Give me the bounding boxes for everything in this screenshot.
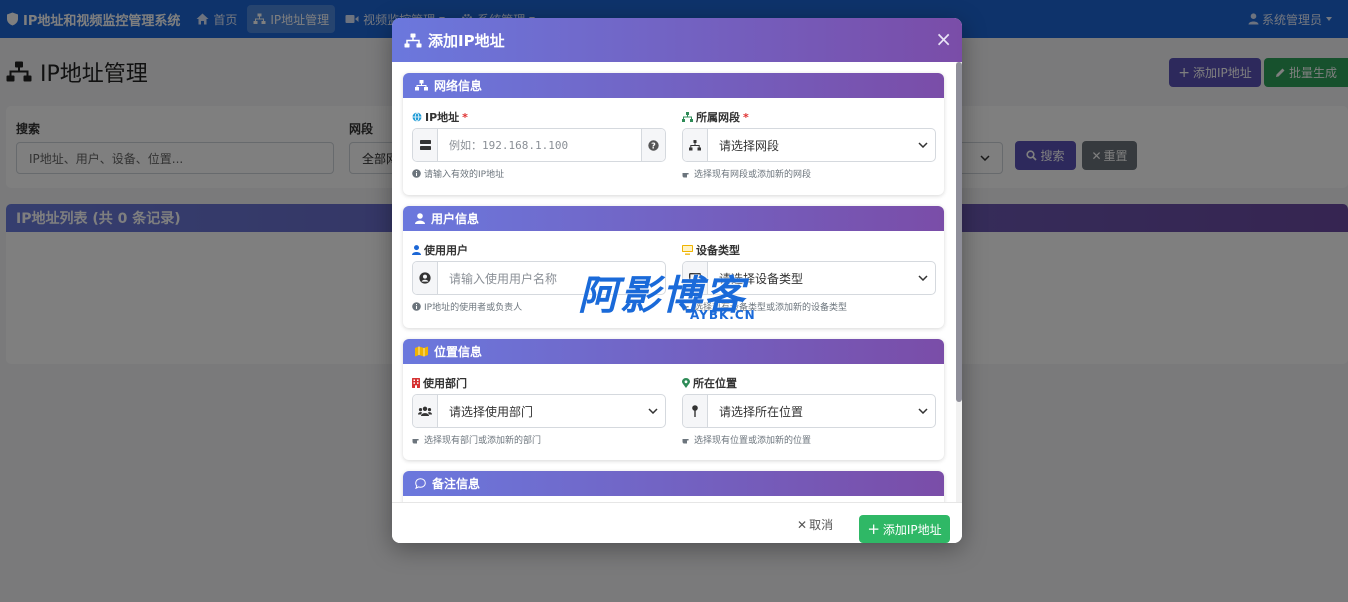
location-field: 所在位置 请选择所在位置 选择现有位置或添加新的位置 xyxy=(682,376,936,446)
server-icon xyxy=(413,129,438,161)
close-icon: ✕ xyxy=(797,517,808,532)
comment-icon xyxy=(415,478,426,489)
department-help: 选择现有部门或添加新的部门 xyxy=(412,433,666,446)
desktop-icon xyxy=(682,245,693,255)
section-title: 网络信息 xyxy=(434,79,483,93)
required-mark: * xyxy=(743,110,749,124)
section-title: 备注信息 xyxy=(432,477,481,491)
remark-info-section: 备注信息 xyxy=(403,471,944,502)
user-icon xyxy=(415,213,425,224)
section-header: 用户信息 xyxy=(403,206,944,231)
ip-address-help: 请输入有效的IP地址 xyxy=(412,167,666,180)
section-header: 网络信息 xyxy=(403,73,944,98)
cancel-label: 取消 xyxy=(809,518,834,532)
users-icon xyxy=(413,395,438,427)
watermark-logo: 阿影博客 AYBK.CN xyxy=(578,272,778,328)
watermark-domain: AYBK.CN xyxy=(690,308,756,322)
segment-value: 请选择网段 xyxy=(719,138,780,153)
department-value: 请选择使用部门 xyxy=(449,404,534,419)
chevron-down-icon xyxy=(911,408,935,414)
ip-address-input[interactable]: 例如：192.168.1.100 ? xyxy=(412,128,666,162)
map-pin-icon xyxy=(683,395,708,427)
sitemap-icon xyxy=(682,112,693,122)
close-button[interactable]: × xyxy=(935,29,952,49)
required-mark: * xyxy=(462,110,468,124)
location-label: 所在位置 xyxy=(682,376,936,390)
submit-add-ip-button[interactable]: + 添加IP地址 xyxy=(859,515,950,543)
device-type-label: 设备类型 xyxy=(682,243,936,257)
user-circle-icon xyxy=(413,262,438,294)
ip-address-field: IP地址 * 例如：192.168.1.100 ? 请输入有效的IP地址 xyxy=(412,110,666,180)
plus-icon: + xyxy=(867,520,880,538)
sitemap-icon xyxy=(683,129,708,161)
chevron-down-icon xyxy=(641,408,665,414)
location-info-section: 位置信息 使用部门 请选择使用部门 选择现有部门或添加新的部门 所在位置 请选择… xyxy=(403,339,944,460)
department-select[interactable]: 请选择使用部门 xyxy=(412,394,666,428)
segment-label: 所属网段 * xyxy=(682,110,936,124)
segment-field: 所属网段 * 请选择网段 选择现有网段或添加新的网段 xyxy=(682,110,936,180)
department-field: 使用部门 请选择使用部门 选择现有部门或添加新的部门 xyxy=(412,376,666,446)
info-icon xyxy=(412,302,421,311)
location-value: 请选择所在位置 xyxy=(719,404,804,419)
department-label: 使用部门 xyxy=(412,376,666,390)
location-help: 选择现有位置或添加新的位置 xyxy=(682,433,936,446)
section-title: 位置信息 xyxy=(434,345,483,359)
question-icon[interactable]: ? xyxy=(641,129,665,161)
hand-pointer-icon xyxy=(682,438,689,443)
section-header: 位置信息 xyxy=(403,339,944,364)
user-label: 使用用户 xyxy=(412,243,666,257)
modal-title: 添加IP地址 xyxy=(428,31,505,50)
map-icon xyxy=(415,346,428,357)
info-icon xyxy=(412,169,421,178)
segment-help: 选择现有网段或添加新的网段 xyxy=(682,167,936,180)
submit-label: 添加IP地址 xyxy=(882,522,942,537)
chevron-down-icon xyxy=(911,275,935,281)
chevron-down-icon xyxy=(911,142,935,148)
segment-select[interactable]: 请选择网段 xyxy=(682,128,936,162)
hand-pointer-icon xyxy=(682,172,689,177)
sitemap-icon xyxy=(404,33,422,47)
section-header: 备注信息 xyxy=(403,471,944,496)
globe-icon xyxy=(412,112,422,122)
building-icon xyxy=(412,378,420,388)
user-icon xyxy=(412,245,421,255)
ip-address-placeholder: 例如：192.168.1.100 xyxy=(449,139,569,152)
location-select[interactable]: 请选择所在位置 xyxy=(682,394,936,428)
network-info-section: 网络信息 IP地址 * 例如：192.168.1.100 ? 请输入有效的IP地… xyxy=(403,73,944,195)
hand-pointer-icon xyxy=(412,438,419,443)
modal-scrollbar-thumb[interactable] xyxy=(956,62,962,402)
ip-address-label: IP地址 * xyxy=(412,110,666,124)
modal-footer: ✕ 取消 + 添加IP地址 xyxy=(392,502,962,543)
modal-header: 添加IP地址 × xyxy=(392,18,962,62)
map-marker-icon xyxy=(682,378,690,388)
cancel-button[interactable]: ✕ 取消 xyxy=(797,516,833,533)
section-title: 用户信息 xyxy=(431,212,480,226)
network-icon xyxy=(415,80,428,91)
svg-text:?: ? xyxy=(651,141,656,150)
